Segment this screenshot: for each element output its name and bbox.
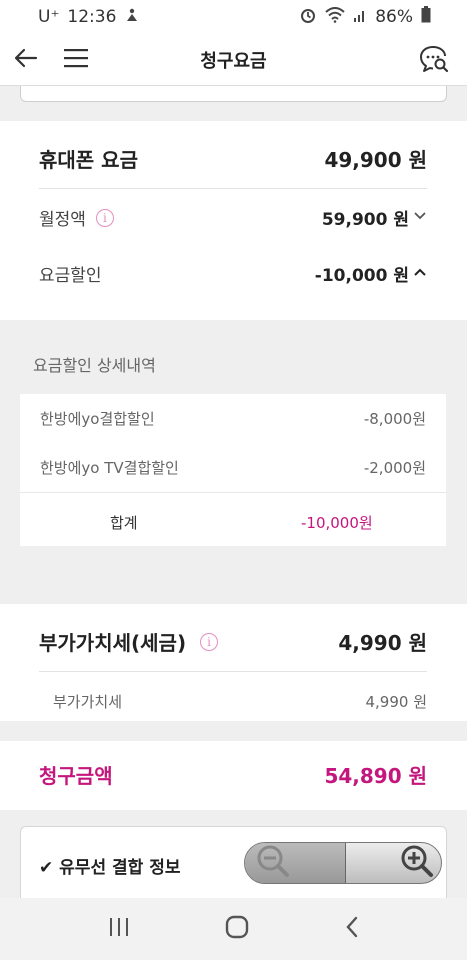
battery-icon: [421, 6, 431, 28]
billing-total-label: 청구금액: [39, 764, 113, 788]
list-item: 한방에yo TV결합할인 -2,000원: [40, 457, 426, 478]
back-icon[interactable]: [344, 915, 360, 943]
phone-fee-row: 휴대폰 요금 49,900 원: [39, 144, 427, 173]
vat-sub-value: 4,990 원: [365, 693, 427, 711]
info-icon[interactable]: i: [200, 632, 219, 651]
vat-label: 부가가치세(세금): [39, 631, 187, 655]
monthly-fee-value: 59,900 원: [321, 210, 409, 230]
discount-detail-title: 요금할인 상세내역: [33, 356, 156, 375]
zoom-out-icon: [253, 843, 293, 883]
discount-item-label: 한방에yo결합할인: [40, 410, 155, 428]
recent-apps-icon[interactable]: [108, 917, 130, 941]
status-right: 86%: [299, 6, 431, 29]
status-bar: U⁺ 12:36 86%: [0, 0, 467, 34]
discount-label: 요금할인: [39, 266, 102, 286]
monthly-fee-label: 월정액: [39, 210, 86, 230]
billing-total-section: 청구금액 54,890 원: [0, 741, 467, 810]
battery-percent: 86%: [375, 7, 413, 27]
discount-total-value: -10,000원: [301, 514, 373, 532]
zoom-in-icon: [397, 843, 437, 883]
app-bar: 청구요금: [0, 34, 467, 86]
vat-label-wrap: 부가가치세(세금) i: [39, 627, 219, 656]
phone-fee-section: 휴대폰 요금 49,900 원 월정액 i 59,900 원 요금할인 -10,…: [0, 121, 467, 320]
discount-value-wrap: -10,000 원: [315, 261, 427, 286]
phone-fee-label: 휴대폰 요금: [39, 148, 138, 172]
signal-icon: [353, 7, 367, 28]
zoom-control[interactable]: [244, 842, 442, 884]
billing-total-row: 청구금액 54,890 원: [39, 760, 427, 789]
divider: [39, 671, 427, 672]
discount-total-label: 합계: [110, 514, 138, 532]
notification-icon: [124, 7, 140, 27]
discount-item-value: -2,000원: [363, 459, 426, 477]
divider: [20, 492, 446, 493]
divider: [39, 188, 427, 189]
list-item: 한방에yo결합할인 -8,000원: [40, 408, 426, 429]
vat-value: 4,990 원: [338, 631, 427, 655]
discount-item-value: -8,000원: [363, 410, 426, 428]
monthly-fee-row[interactable]: 월정액 i 59,900 원: [39, 205, 427, 230]
billing-total-value: 54,890 원: [324, 764, 427, 788]
combination-info-label: ✔ 유무선 결합 정보: [39, 858, 181, 878]
info-icon[interactable]: i: [95, 208, 114, 227]
bill-content[interactable]: 휴대폰 요금 49,900 원 월정액 i 59,900 원 요금할인 -10,…: [0, 86, 467, 898]
monthly-fee-value-wrap: 59,900 원: [322, 205, 427, 230]
system-nav-bar: [0, 898, 467, 960]
chevron-down-icon[interactable]: [413, 210, 427, 225]
discount-detail-box: 한방에yo결합할인 -8,000원 한방에yo TV결합할인 -2,000원 합…: [20, 394, 446, 546]
discount-value: -10,000 원: [314, 266, 409, 286]
vat-sub-row: 부가가치세 4,990 원: [53, 691, 427, 712]
discount-row[interactable]: 요금할인 -10,000 원: [39, 261, 427, 286]
monthly-fee-label-wrap: 월정액 i: [39, 205, 114, 230]
previous-card-edge: [20, 86, 447, 102]
phone-fee-value: 49,900 원: [324, 148, 427, 172]
carrier-label: U⁺: [38, 7, 60, 27]
vat-row: 부가가치세(세금) i 4,990 원: [39, 627, 427, 656]
zoom-out-button[interactable]: [245, 843, 346, 883]
clock: 12:36: [67, 7, 117, 27]
status-left: U⁺ 12:36: [38, 7, 140, 27]
vat-sub-label: 부가가치세: [53, 693, 123, 711]
home-icon[interactable]: [225, 915, 249, 943]
wifi-icon: [325, 6, 345, 28]
discount-item-label: 한방에yo TV결합할인: [40, 459, 179, 477]
vat-section: 부가가치세(세금) i 4,990 원 부가가치세 4,990 원: [0, 604, 467, 721]
chevron-up-icon[interactable]: [413, 266, 427, 281]
chat-search-icon[interactable]: [419, 44, 449, 74]
hamburger-menu-icon[interactable]: [64, 48, 88, 68]
zoom-in-button[interactable]: [346, 843, 442, 883]
back-arrow-icon[interactable]: [14, 46, 38, 70]
alarm-icon: [299, 6, 317, 29]
